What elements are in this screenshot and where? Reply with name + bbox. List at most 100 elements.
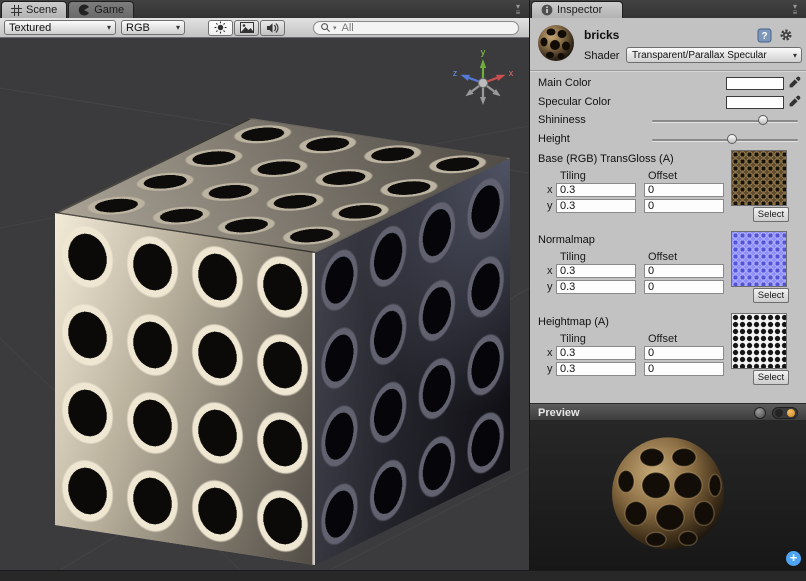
svg-text:?: ? [761,31,767,42]
offset-y-input[interactable] [644,199,724,213]
toggle-dot-off [775,409,783,417]
shininess-slider-knob[interactable] [758,115,768,125]
section-title: Heightmap (A) [538,316,609,328]
shader-label: Shader [584,50,619,62]
section-title: Normalmap [538,234,595,246]
shininess-label: Shininess [538,114,586,126]
tiling-x-input[interactable] [556,264,636,278]
preview-lighting-toggle[interactable] [772,407,798,419]
preview-mesh-button[interactable] [754,407,766,419]
offset-y-input[interactable] [644,362,724,376]
inspector-tabstrip: Inspector ▾ ≡ [530,0,806,18]
header-divider [530,70,806,71]
tiling-y-input[interactable] [556,362,636,376]
offset-header: Offset [648,170,677,182]
heightmap-texture-thumbnail[interactable] [731,313,787,369]
tiling-x-input[interactable] [556,183,636,197]
toggle-dot-on [787,409,795,417]
y-axis-label: y [547,281,553,293]
unity-editor-window: Scene Game ▾ ≡ Textured ▾ RGB ▾ [0,0,806,581]
hamburger-icon: ≡ [516,10,521,16]
section-title: Base (RGB) TransGloss (A) [538,153,674,165]
lighting-toggle-button[interactable] [208,20,233,36]
tab-scene-label: Scene [26,4,57,16]
base-texture-thumbnail[interactable] [731,150,787,206]
material-preview-icon [536,23,576,63]
tab-inspector[interactable]: Inspector [531,1,623,18]
shininess-slider[interactable] [652,120,798,122]
offset-header: Offset [648,333,677,345]
search-filter-caret-icon[interactable]: ▾ [333,24,337,32]
help-button[interactable]: ? [756,27,772,43]
tiling-x-input[interactable] [556,346,636,360]
select-texture-button[interactable]: Select [753,288,789,303]
material-preview-sphere [603,428,733,558]
offset-x-input[interactable] [644,346,724,360]
select-texture-button[interactable]: Select [753,207,789,222]
skybox-toggle-button[interactable] [234,20,259,36]
offset-header: Offset [648,251,677,263]
help-book-icon: ? [757,28,772,43]
y-axis-label: y [547,200,553,212]
scene-grid-icon [11,5,22,16]
tab-game[interactable]: Game [68,1,134,18]
hamburger-icon: ≡ [793,10,798,16]
orientation-gizmo[interactable]: y x z [446,46,520,120]
gizmo-z-label[interactable]: z [453,68,458,78]
height-label: Height [538,133,570,145]
height-slider[interactable] [652,139,798,141]
specular-color-swatch[interactable] [726,96,784,109]
render-mode-value: Textured [9,22,51,34]
select-texture-button[interactable]: Select [753,370,789,385]
main-color-swatch[interactable] [726,77,784,90]
tiling-header: Tiling [560,170,586,182]
scene-viewport[interactable]: y x z [0,38,529,570]
channel-dropdown[interactable]: RGB ▾ [121,20,185,35]
tab-scene[interactable]: Scene [1,1,67,18]
eyedropper-icon[interactable] [788,95,802,109]
texture-section-heightmap: Heightmap (A) Tiling Offset x y Select [530,316,806,386]
tiling-header: Tiling [560,333,586,345]
main-color-label: Main Color [538,77,591,89]
preview-header[interactable]: Preview [530,403,806,421]
eyedropper-icon[interactable] [788,76,802,90]
shader-dropdown[interactable]: Transparent/Parallax Specular ▾ [626,47,802,63]
specular-color-label: Specular Color [538,96,611,108]
scene-panel: Scene Game ▾ ≡ Textured ▾ RGB ▾ [0,0,529,570]
tiling-y-input[interactable] [556,280,636,294]
normalmap-texture-thumbnail[interactable] [731,231,787,287]
offset-x-input[interactable] [644,183,724,197]
tiling-header: Tiling [560,251,586,263]
preview-title: Preview [538,407,580,419]
search-filter-label: All [342,22,354,34]
cube-face-left [55,213,315,565]
offset-y-input[interactable] [644,280,724,294]
audio-toggle-button[interactable] [260,20,285,36]
chevron-down-icon: ▾ [107,23,111,32]
context-menu-button[interactable] [778,27,794,43]
search-input[interactable]: ▾ All [313,21,519,35]
inspector-panel: Inspector ▾ ≡ bricks [530,0,806,570]
render-mode-dropdown[interactable]: Textured ▾ [4,20,116,35]
info-icon [541,4,553,16]
offset-x-input[interactable] [644,264,724,278]
tiling-y-input[interactable] [556,199,636,213]
game-icon [78,4,90,16]
scene-toggles [208,20,285,36]
texture-section-normalmap: Normalmap Tiling Offset x y Select [530,234,806,304]
scene-toolbar: Textured ▾ RGB ▾ [0,18,529,38]
gizmo-y-label[interactable]: y [481,47,486,57]
scene-tab-menu-icon[interactable]: ▾ ≡ [510,2,526,18]
search-icon [320,22,331,33]
gear-icon [779,28,793,42]
window-bottom-bar [0,570,806,581]
add-button[interactable]: + [786,551,801,566]
scene-tabstrip: Scene Game ▾ ≡ [0,0,529,18]
gizmo-x-label[interactable]: x [509,68,514,78]
y-axis-label: y [547,363,553,375]
preview-canvas[interactable]: + [530,421,806,570]
height-slider-knob[interactable] [727,134,737,144]
x-axis-label: x [547,265,553,277]
image-icon [240,22,254,33]
inspector-tab-menu-icon[interactable]: ▾ ≡ [787,2,803,18]
